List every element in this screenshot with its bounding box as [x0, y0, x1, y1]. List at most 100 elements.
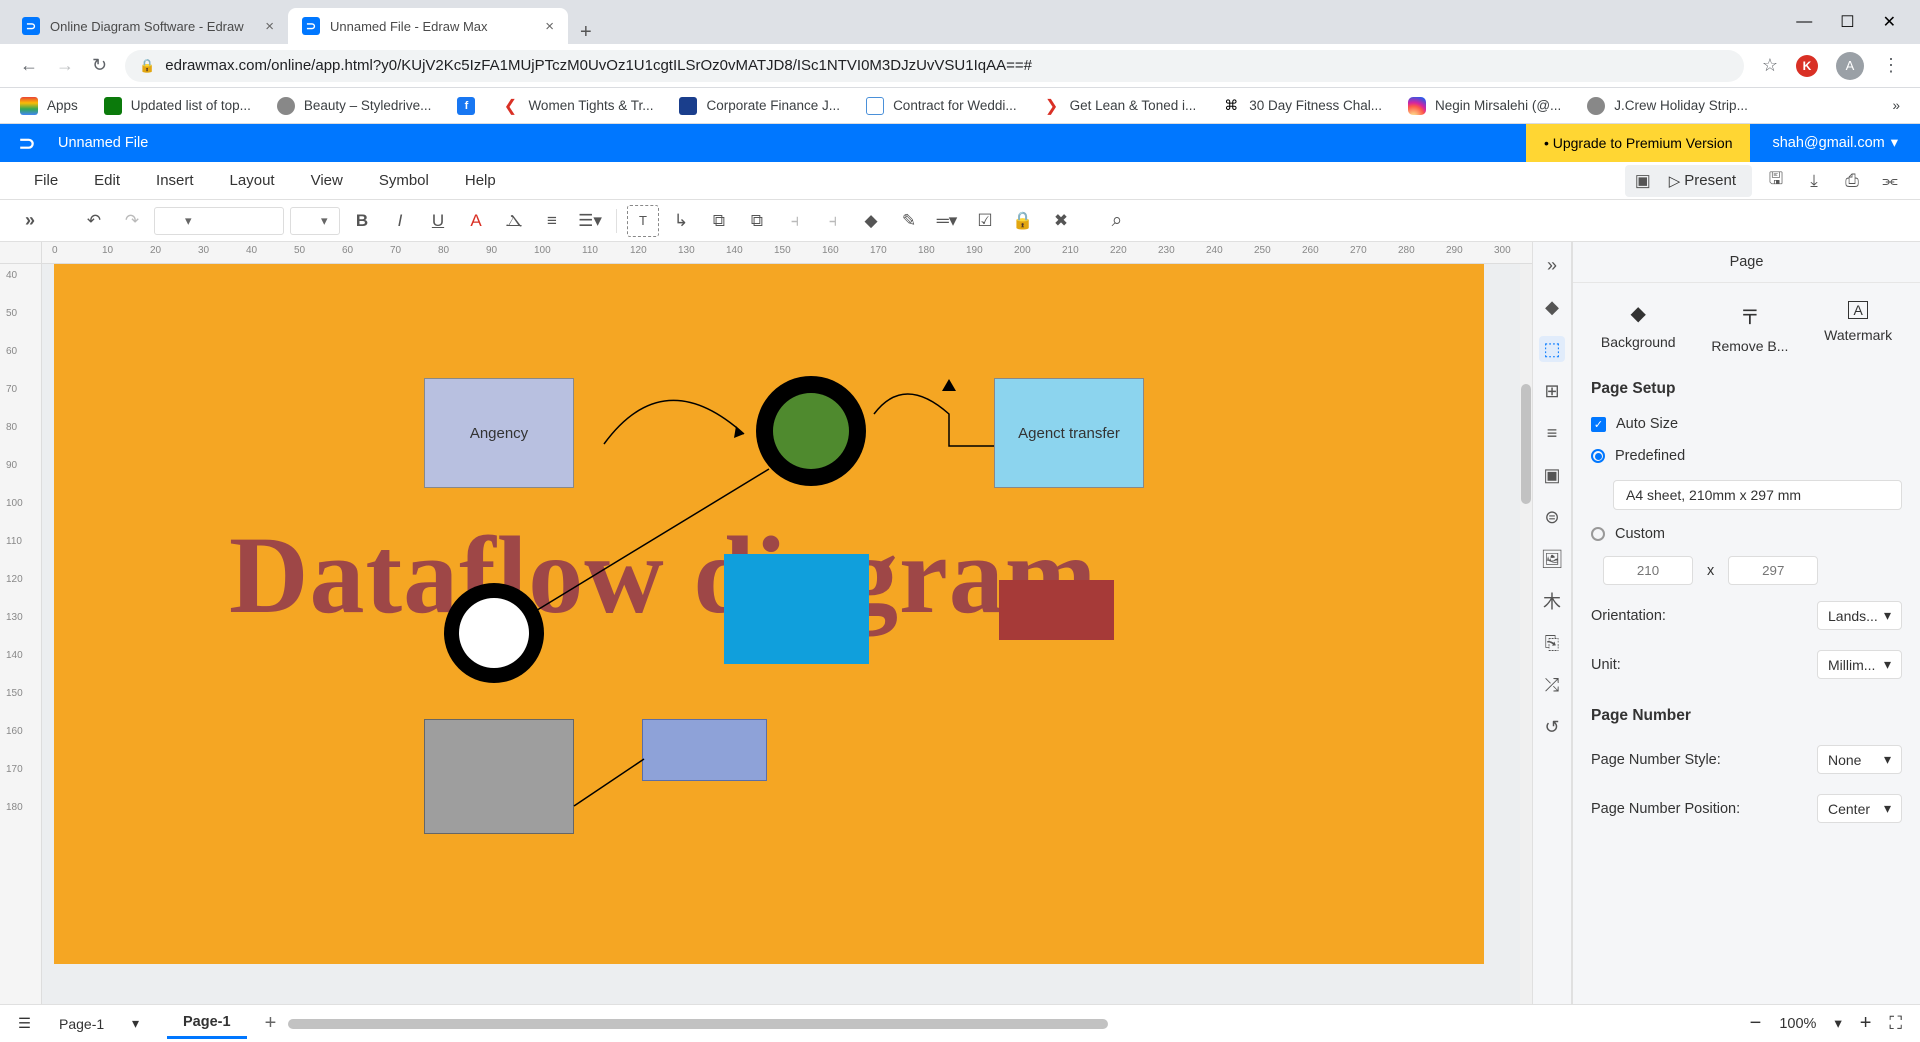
vertical-scrollbar[interactable]	[1520, 264, 1532, 1004]
zoom-in-icon[interactable]: +	[1860, 1012, 1872, 1035]
fill-icon[interactable]: ◆	[855, 205, 887, 237]
shape-circle-white[interactable]	[444, 583, 544, 683]
upgrade-button[interactable]: • Upgrade to Premium Version	[1526, 124, 1751, 162]
add-page-icon[interactable]: +	[265, 1012, 277, 1035]
history-panel-icon[interactable]: ↺	[1539, 714, 1565, 740]
line-color-icon[interactable]: ✎	[893, 205, 925, 237]
browser-tab-1[interactable]: ⊃ Unnamed File - Edraw Max ×	[288, 8, 568, 44]
font-size-select[interactable]: ▾	[290, 207, 340, 235]
align-left-icon[interactable]: ⫞	[779, 205, 811, 237]
unit-select[interactable]: Millim...▾	[1817, 650, 1902, 679]
menu-symbol[interactable]: Symbol	[361, 172, 447, 189]
connector-icon[interactable]: ↳	[665, 205, 697, 237]
share-icon[interactable]: ⫘	[1876, 167, 1904, 195]
fit-screen-icon[interactable]: ⛶	[1889, 1013, 1902, 1034]
menu-layout[interactable]: Layout	[212, 172, 293, 189]
bookmark-overflow-icon[interactable]: »	[1892, 98, 1900, 113]
line-style-icon[interactable]: ═▾	[931, 205, 963, 237]
lock-tool-icon[interactable]: 🔒	[1007, 205, 1039, 237]
app-logo-icon[interactable]: ⊃	[14, 130, 40, 156]
align-text-icon[interactable]: ≡	[536, 205, 568, 237]
checkbox-tool-icon[interactable]: ☑	[969, 205, 1001, 237]
title-text[interactable]: Dataflow diagram	[229, 512, 1097, 639]
bookmark-item[interactable]: ❮Women Tights & Tr...	[501, 97, 653, 115]
save-icon[interactable]: 🖫	[1762, 167, 1790, 195]
close-window-icon[interactable]: ✕	[1883, 12, 1896, 32]
kebab-icon[interactable]: ⋮	[1882, 55, 1900, 76]
radio-icon[interactable]	[1591, 449, 1605, 463]
extension-badge[interactable]: K	[1796, 55, 1818, 77]
apps-button[interactable]: Apps	[20, 97, 78, 115]
star-icon[interactable]: ☆	[1762, 55, 1778, 76]
shape-lightblue[interactable]	[642, 719, 767, 781]
tree-panel-icon[interactable]: ⽊	[1539, 588, 1565, 614]
shape-blue[interactable]	[724, 554, 869, 664]
redo-icon[interactable]: ↷	[116, 205, 148, 237]
text-tool-icon[interactable]: T	[627, 205, 659, 237]
bookmark-item[interactable]: Beauty – Styledrive...	[277, 97, 432, 115]
page-select[interactable]: Page-1▾	[49, 1010, 149, 1037]
close-icon[interactable]: ×	[265, 18, 274, 35]
shape-gray[interactable]	[424, 719, 574, 834]
shuffle-panel-icon[interactable]: ⤮	[1539, 672, 1565, 698]
url-input[interactable]: 🔒 edrawmax.com/online/app.html?y0/KUjV2K…	[125, 50, 1744, 82]
text-height-icon[interactable]: Ⲇ	[498, 205, 530, 237]
line-spacing-icon[interactable]: ☰▾	[574, 205, 606, 237]
bookmark-item[interactable]: Negin Mirsalehi (@...	[1408, 97, 1561, 115]
zoom-out-icon[interactable]: −	[1750, 1012, 1762, 1035]
tab-watermark[interactable]: AWatermark	[1824, 301, 1892, 354]
horizontal-scrollbar[interactable]	[288, 1019, 1001, 1029]
underline-icon[interactable]: U	[422, 205, 454, 237]
layers-panel-icon[interactable]: ≡	[1539, 420, 1565, 446]
back-icon[interactable]: ←	[20, 55, 38, 76]
bookmark-item[interactable]: Contract for Weddi...	[866, 97, 1017, 115]
new-tab-button[interactable]: +	[568, 21, 604, 44]
expand-sidebar-icon[interactable]: »	[14, 205, 46, 237]
shape-back-icon[interactable]: ⧉	[741, 205, 773, 237]
shape-red[interactable]	[999, 580, 1114, 640]
fill-panel-icon[interactable]: ◆	[1539, 294, 1565, 320]
image-panel-icon[interactable]: 🖼	[1539, 546, 1565, 572]
expand-panel-icon[interactable]: »	[1539, 252, 1565, 278]
profile-avatar[interactable]: A	[1836, 52, 1864, 80]
reload-icon[interactable]: ↻	[92, 55, 107, 76]
bookmark-item[interactable]: ❯Get Lean & Toned i...	[1043, 97, 1197, 115]
italic-icon[interactable]: I	[384, 205, 416, 237]
print-icon[interactable]: ⎙	[1838, 167, 1866, 195]
present-button[interactable]: ▷Present	[1657, 168, 1748, 194]
bold-icon[interactable]: B	[346, 205, 378, 237]
minimize-icon[interactable]: —	[1796, 13, 1812, 31]
canvas-page[interactable]: Dataflow diagram Angency Agenct transfer	[54, 264, 1484, 964]
font-color-icon[interactable]: A	[460, 205, 492, 237]
forward-icon[interactable]: →	[56, 55, 74, 76]
bookmark-item[interactable]: Corporate Finance J...	[679, 97, 840, 115]
pn-style-select[interactable]: None▾	[1817, 745, 1902, 774]
menu-view[interactable]: View	[293, 172, 361, 189]
font-family-select[interactable]: ▾	[154, 207, 284, 235]
page-panel-icon[interactable]: ⬚	[1539, 336, 1565, 362]
tab-background[interactable]: ◆Background	[1601, 301, 1676, 354]
shape-agency[interactable]: Angency	[424, 378, 574, 488]
page-tab[interactable]: Page-1	[167, 1008, 247, 1039]
scrollbar-thumb[interactable]	[1521, 384, 1531, 504]
menu-insert[interactable]: Insert	[138, 172, 212, 189]
autosize-row[interactable]: ✓Auto Size	[1573, 408, 1920, 440]
grid-panel-icon[interactable]: ⊞	[1539, 378, 1565, 404]
outline-icon[interactable]: ☰	[18, 1016, 31, 1032]
user-menu[interactable]: shah@gmail.com▾	[1750, 135, 1920, 151]
menu-edit[interactable]: Edit	[76, 172, 138, 189]
undo-icon[interactable]: ↶	[78, 205, 110, 237]
page-size-select[interactable]: A4 sheet, 210mm x 297 mm	[1613, 480, 1902, 510]
display-panel-icon[interactable]: ▣	[1539, 462, 1565, 488]
menu-help[interactable]: Help	[447, 172, 514, 189]
bookmark-item[interactable]: J.Crew Holiday Strip...	[1587, 97, 1748, 115]
browser-tab-0[interactable]: ⊃ Online Diagram Software - Edraw ×	[8, 8, 288, 44]
export-panel-icon[interactable]: ⎘	[1539, 630, 1565, 656]
search-icon[interactable]: ⌕	[1101, 205, 1133, 237]
download-icon[interactable]: ⤓	[1800, 167, 1828, 195]
scrollbar-thumb[interactable]	[288, 1019, 1108, 1029]
custom-row[interactable]: Custom	[1573, 518, 1920, 550]
bookmark-item[interactable]: f	[457, 97, 475, 115]
predefined-row[interactable]: Predefined	[1573, 440, 1920, 472]
distribute-icon[interactable]: ⫞	[817, 205, 849, 237]
